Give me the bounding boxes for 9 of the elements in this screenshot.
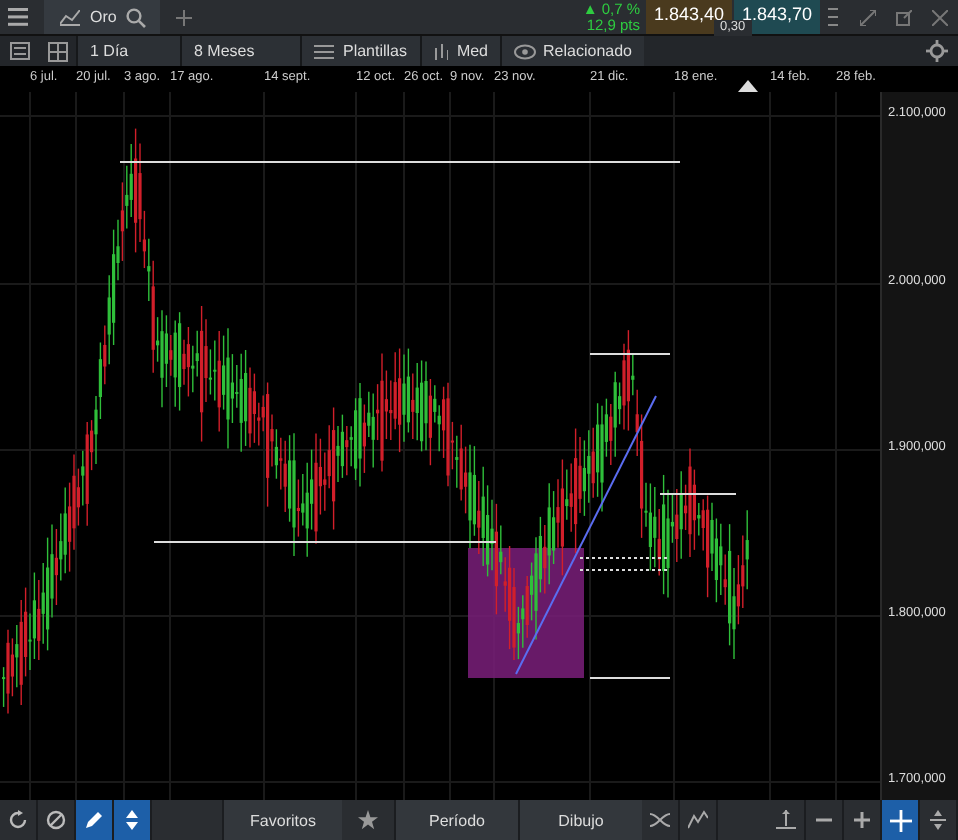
chart-tab[interactable]: Oro: [44, 0, 160, 34]
indicators-button[interactable]: Med: [420, 36, 500, 66]
related-button[interactable]: Relacionado: [500, 36, 644, 66]
period-button[interactable]: Período: [394, 800, 518, 840]
interval-dropdown[interactable]: 1 Día: [76, 36, 180, 66]
templates-button[interactable]: Plantillas: [300, 36, 420, 66]
drawing-button[interactable]: Dibujo: [518, 800, 642, 840]
favorites-button[interactable]: Favoritos: [222, 800, 342, 840]
range-dropdown[interactable]: 8 Meses: [180, 36, 300, 66]
